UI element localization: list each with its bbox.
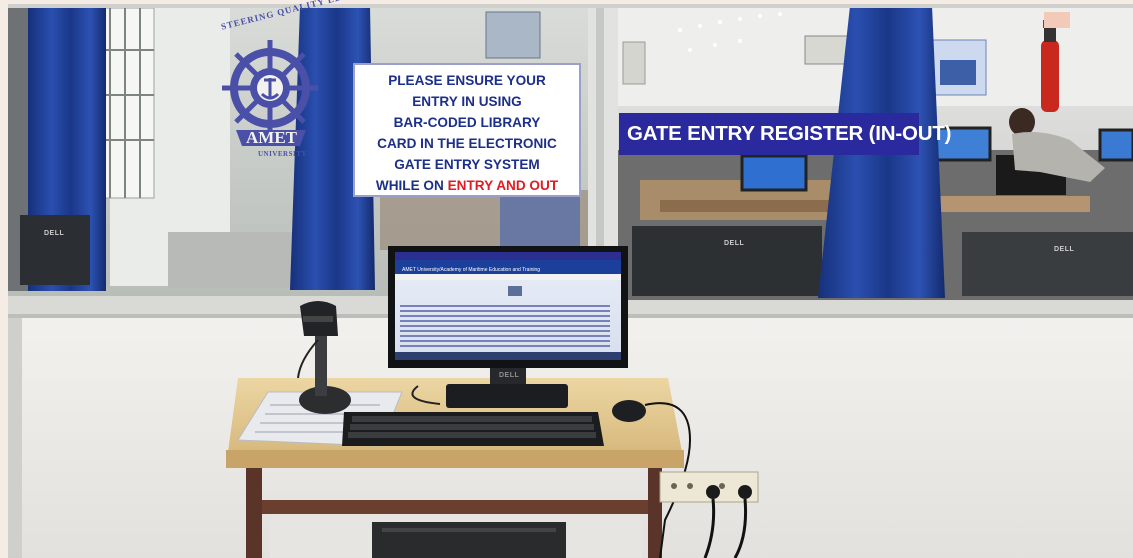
library-gate-entry-photo: STEERING QUALITY EDUCATION AMET UNIVERSI…	[0, 0, 1133, 558]
monitor-brand-logo: DELL	[499, 372, 520, 379]
sign-line-4: CARD IN THE ELECTRONIC	[377, 136, 557, 151]
sign-line-6: WHILE ON ENTRY AND OUT	[359, 175, 575, 196]
sign-highlight-text: ENTRY AND OUT	[447, 178, 559, 193]
sign-line-1: PLEASE ENSURE YOUR	[388, 73, 546, 88]
background-monitor-brand-left: DELL	[724, 240, 745, 247]
background-monitor-brand-right: DELL	[1054, 246, 1075, 253]
gate-entry-banner: GATE ENTRY REGISTER (IN-OUT)	[619, 113, 952, 155]
logo-wordmark: AMET	[246, 128, 297, 147]
sign-line-2: ENTRY IN USING	[412, 94, 522, 109]
monitor-screen-title: AMET University/Academy of Maritime Educ…	[402, 267, 541, 273]
sign-line-5: GATE ENTRY SYSTEM	[394, 157, 540, 172]
notice-sign: PLEASE ENSURE YOUR ENTRY IN USING BAR-CO…	[353, 63, 581, 197]
logo-subtext: UNIVERSITY	[258, 150, 307, 158]
sign-line-6-prefix: WHILE ON	[375, 178, 448, 193]
sign-line-3: BAR-CODED LIBRARY	[393, 115, 541, 130]
background-monitor-brand-far-left: DELL	[44, 230, 65, 237]
